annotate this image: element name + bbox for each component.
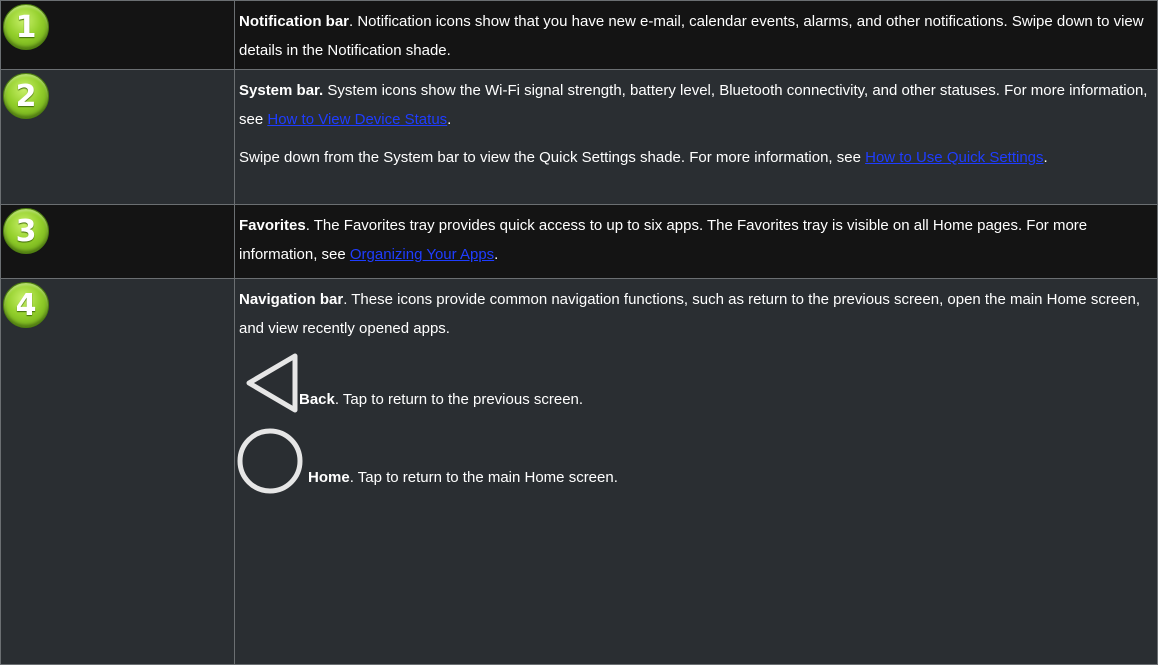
punctuation: . [494, 246, 499, 263]
badge-cell: 3 [0, 204, 235, 279]
description-cell: Navigation bar. These icons provide comm… [234, 278, 1158, 665]
link-organizing-your-apps[interactable]: Organizing Your Apps [350, 246, 494, 263]
number-one-badge-icon: 1 [3, 4, 49, 50]
term: Notification bar [239, 13, 350, 30]
item-text: Home. Tap to return to the main Home scr… [308, 463, 618, 492]
badge-cell: 2 [0, 69, 235, 205]
table-row: 2 System bar. System icons show the Wi-F… [0, 69, 1158, 205]
link-how-to-view-device-status[interactable]: How to View Device Status [267, 111, 447, 128]
number-three-badge-icon: 3 [3, 208, 49, 254]
term: System bar. [239, 82, 324, 99]
table-row: 4 Navigation bar. These icons provide co… [0, 278, 1158, 665]
number-four-badge-icon: 4 [3, 282, 49, 328]
back-triangle-icon [246, 353, 298, 413]
paragraph-text: Swipe down from the System bar to view t… [239, 149, 866, 166]
punctuation: . [1043, 149, 1048, 166]
badge-cell: 4 [0, 278, 235, 665]
paragraph: Notification bar. Notification icons sho… [239, 7, 1153, 65]
description-cell: Favorites. The Favorites tray provides q… [234, 204, 1158, 279]
paragraph: Favorites. The Favorites tray provides q… [239, 211, 1153, 269]
link-how-to-use-quick-settings[interactable]: How to Use Quick Settings [865, 149, 1043, 166]
paragraph-text: . These icons provide common navigation … [239, 291, 1141, 337]
item-description: . Tap to return to the main Home screen. [349, 469, 618, 486]
table-row: 3 Favorites. The Favorites tray provides… [0, 204, 1158, 279]
description-cell: Notification bar. Notification icons sho… [234, 0, 1158, 70]
term: Home [308, 469, 350, 486]
punctuation: . [447, 111, 452, 128]
item-description: . Tap to return to the previous screen. [334, 391, 584, 408]
paragraph: Navigation bar. These icons provide comm… [235, 285, 1153, 343]
home-circle-icon [237, 428, 303, 494]
item-text: Back. Tap to return to the previous scre… [299, 385, 583, 414]
paragraph-text: . Notification icons show that you have … [239, 13, 1144, 59]
term: Back [299, 391, 335, 408]
paragraph: System bar. System icons show the Wi-Fi … [239, 76, 1153, 134]
badge-cell: 1 [0, 0, 235, 70]
term: Navigation bar [239, 291, 344, 308]
home-screen-legend-table: 1 Notification bar. Notification icons s… [0, 0, 1158, 665]
table-row: 1 Notification bar. Notification icons s… [0, 0, 1158, 70]
paragraph: Swipe down from the System bar to view t… [239, 143, 1153, 172]
number-two-badge-icon: 2 [3, 73, 49, 119]
description-cell: System bar. System icons show the Wi-Fi … [234, 69, 1158, 205]
home-item: Home. Tap to return to the main Home scr… [235, 424, 1153, 494]
back-item: Back. Tap to return to the previous scre… [235, 346, 1153, 416]
page: 1 Notification bar. Notification icons s… [0, 0, 1158, 665]
term: Favorites [239, 217, 306, 234]
